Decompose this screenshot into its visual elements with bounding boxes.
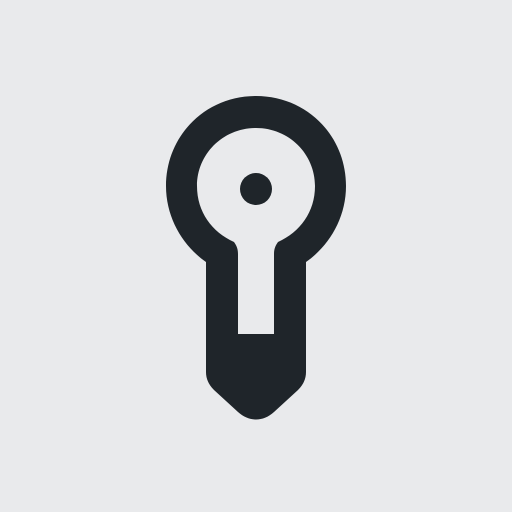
icon-canvas [0,0,512,512]
icon-dot [240,173,272,205]
key-bulb-icon [166,96,346,420]
